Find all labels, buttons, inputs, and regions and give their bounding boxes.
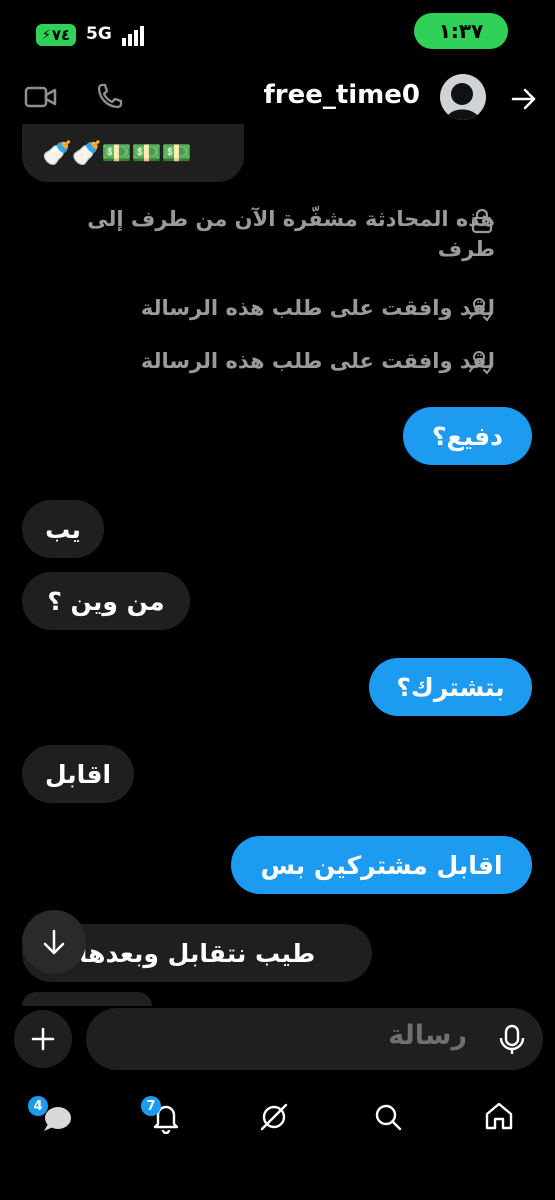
- incoming-message[interactable]: يب: [22, 500, 104, 558]
- add-attachment-button[interactable]: [14, 1010, 72, 1068]
- request-accepted-notice: لقد وافقت على طلب هذه الرسالة: [140, 349, 495, 373]
- incoming-message[interactable]: اقابل: [22, 745, 134, 803]
- message-input-placeholder: رسالة: [388, 1020, 467, 1051]
- video-call-icon[interactable]: [24, 84, 58, 114]
- arrow-down-icon: [43, 929, 65, 955]
- outgoing-message[interactable]: بتشترك؟: [369, 658, 532, 716]
- encryption-notice: هذه المحادثة مشفّرة الآن من طرف إلى طرف: [87, 207, 495, 261]
- battery-level: ٧٤: [51, 26, 71, 44]
- avatar[interactable]: [440, 74, 486, 120]
- scroll-to-bottom-button[interactable]: [22, 910, 86, 974]
- search-icon: [375, 1104, 402, 1131]
- outgoing-message[interactable]: اقابل مشتركين بس: [231, 836, 532, 894]
- signal-icon: [122, 26, 144, 46]
- phone-call-icon[interactable]: [96, 82, 124, 114]
- conversation-username[interactable]: free_time0: [263, 80, 420, 110]
- battery-indicator: ⚡ ٧٤: [36, 24, 76, 46]
- outgoing-message[interactable]: دفيع؟: [403, 407, 532, 465]
- nav-search[interactable]: [372, 1101, 404, 1137]
- request-accepted-notice: لقد وافقت على طلب هذه الرسالة: [140, 296, 495, 320]
- user-check-icon: [468, 349, 494, 379]
- user-check-icon: [468, 296, 494, 326]
- lock-icon: [470, 208, 494, 238]
- forward-arrow-icon[interactable]: [510, 86, 538, 116]
- status-time[interactable]: ١:٣٧: [414, 13, 508, 49]
- message-input[interactable]: [86, 1008, 543, 1070]
- emoji-message-text: 🍼🍼💵💵💵: [42, 139, 192, 167]
- nav-grok[interactable]: [258, 1101, 290, 1137]
- notifications-badge: 7: [141, 1096, 161, 1116]
- grok-icon: [260, 1103, 288, 1131]
- microphone-icon[interactable]: [498, 1024, 526, 1060]
- home-icon: [485, 1102, 513, 1130]
- emoji-message-bubble[interactable]: 🍼🍼💵💵💵: [22, 124, 244, 182]
- charging-icon: ⚡: [41, 27, 51, 43]
- network-type: 5G: [86, 24, 112, 44]
- nav-home[interactable]: [483, 1100, 515, 1136]
- incoming-message[interactable]: من وين ؟: [22, 572, 190, 630]
- partial-message-bubble: [22, 992, 152, 1006]
- plus-icon: [31, 1027, 55, 1051]
- messages-badge: 4: [28, 1096, 48, 1116]
